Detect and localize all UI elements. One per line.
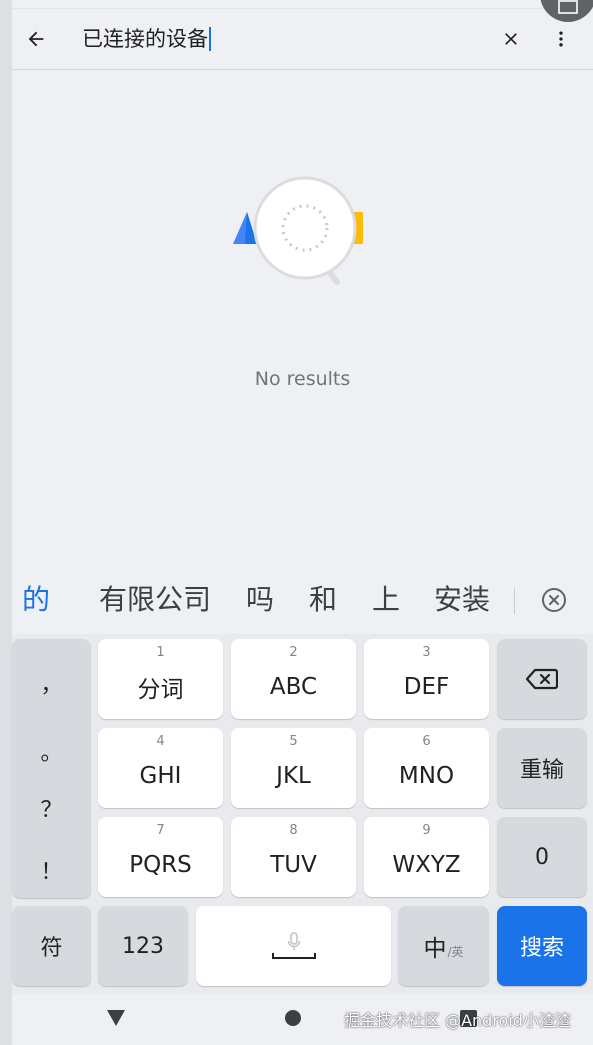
- key-number: 2: [289, 645, 298, 660]
- reenter-key[interactable]: 重输: [497, 728, 587, 808]
- key-6[interactable]: 6 MNO: [364, 728, 489, 808]
- key-2[interactable]: 2 ABC: [231, 639, 356, 719]
- space-bar-icon: [271, 953, 316, 959]
- key-label: DEF: [403, 674, 450, 700]
- more-vert-icon: [559, 31, 563, 47]
- key-label: MNO: [398, 763, 455, 789]
- keyboard: ， 。 ？ ！ 1 分词 2 ABC 3 DEF 4 GHI 5 JKL 6 M…: [12, 634, 593, 994]
- key-number: 6: [422, 734, 431, 749]
- empty-search-illustration: [233, 176, 363, 285]
- search-key[interactable]: 搜索: [497, 906, 587, 986]
- text-caret: [209, 27, 211, 51]
- key-7[interactable]: 7 PQRS: [98, 817, 223, 897]
- no-results-text: No results: [254, 368, 351, 390]
- key-label: WXYZ: [392, 852, 461, 878]
- candidate-item[interactable]: 上: [372, 580, 400, 620]
- punct-question-key[interactable]: ？: [12, 792, 91, 824]
- expand-icon: [558, 0, 578, 14]
- navigation-bar: 掘金技术社区 @Android小渣渣: [12, 994, 593, 1045]
- punct-exclaim-key[interactable]: ！: [12, 854, 91, 886]
- lang-main-label: 中: [423, 936, 447, 962]
- key-8[interactable]: 8 TUV: [231, 817, 356, 897]
- key-number: 1: [156, 645, 165, 660]
- key-1[interactable]: 1 分词: [98, 639, 223, 719]
- numbers-key[interactable]: 123: [98, 906, 188, 986]
- candidate-bar: 的 有限公司 吗 和 上 安装: [12, 566, 593, 634]
- clear-button[interactable]: [493, 21, 529, 57]
- key-9[interactable]: 9 WXYZ: [364, 817, 489, 897]
- back-button[interactable]: [18, 21, 54, 57]
- key-label: 搜索: [519, 936, 564, 961]
- key-number: 8: [289, 823, 298, 838]
- key-number: 7: [156, 823, 165, 838]
- key-label: 符: [40, 936, 63, 961]
- candidate-item[interactable]: 安装: [434, 580, 490, 620]
- backspace-icon: [526, 668, 558, 690]
- key-4[interactable]: 4 GHI: [98, 728, 223, 808]
- space-key-content: [271, 932, 316, 960]
- key-label: PQRS: [129, 852, 192, 878]
- symbols-key[interactable]: 符: [12, 906, 91, 986]
- screen: 已连接的设备 No results 的 有限公司 吗 和 上 安装 ， 。 ？ …: [12, 0, 593, 1045]
- candidate-item[interactable]: 和: [309, 580, 337, 620]
- collapse-candidates-button[interactable]: [538, 584, 570, 616]
- key-label: TUV: [270, 852, 317, 878]
- search-input[interactable]: 已连接的设备: [82, 19, 382, 59]
- punct-period-key[interactable]: 。: [12, 735, 91, 767]
- candidate-item[interactable]: 吗: [246, 580, 274, 620]
- watermark: 掘金技术社区 @Android小渣渣: [344, 1011, 571, 1030]
- key-label: ABC: [269, 674, 318, 700]
- lang-alt-label: /英: [447, 945, 464, 959]
- key-number: 5: [289, 734, 298, 749]
- language-toggle-label: 中 /英: [423, 929, 463, 963]
- nav-back-icon[interactable]: [106, 1009, 126, 1027]
- candidate-primary[interactable]: 的: [22, 580, 50, 620]
- search-bar: 已连接的设备: [12, 8, 593, 70]
- backspace-key[interactable]: [497, 639, 587, 719]
- key-number: 3: [422, 645, 431, 660]
- left-edge: [0, 0, 12, 1045]
- punctuation-column[interactable]: ， 。 ？ ！: [12, 639, 91, 898]
- mic-icon: [287, 932, 300, 950]
- candidate-item[interactable]: 有限公司: [99, 580, 211, 620]
- close-circle-icon: [542, 588, 566, 612]
- candidate-divider: [514, 588, 515, 614]
- key-label: 123: [122, 933, 164, 959]
- key-number: 9: [422, 823, 431, 838]
- space-key[interactable]: [196, 906, 391, 986]
- key-5[interactable]: 5 JKL: [231, 728, 356, 808]
- key-number: 4: [156, 734, 165, 749]
- close-icon: [505, 33, 517, 45]
- more-options-button[interactable]: [543, 21, 579, 57]
- language-toggle-key[interactable]: 中 /英: [398, 906, 489, 986]
- key-label: 分词: [137, 677, 184, 703]
- key-label: 重输: [519, 758, 564, 783]
- key-label: GHI: [139, 763, 182, 789]
- key-label: 0: [535, 844, 549, 870]
- key-label: JKL: [276, 763, 311, 789]
- key-3[interactable]: 3 DEF: [364, 639, 489, 719]
- punct-comma-key[interactable]: ，: [12, 667, 91, 699]
- arrow-back-icon: [28, 31, 44, 47]
- search-query: 已连接的设备: [82, 27, 208, 51]
- key-0[interactable]: 0: [497, 817, 587, 897]
- nav-home-icon[interactable]: [285, 1010, 301, 1026]
